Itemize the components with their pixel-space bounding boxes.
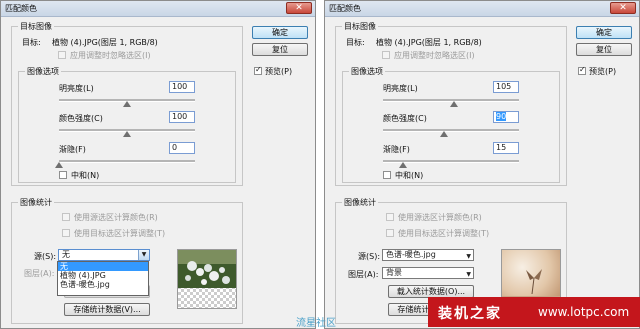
fade-label: 渐隐(F) <box>59 145 86 154</box>
dialog-title: 匹配颜色 <box>5 4 37 13</box>
luminance-slider[interactable] <box>383 99 519 107</box>
intensity-input-selection: 90 <box>496 112 507 121</box>
intensity-label: 颜色强度(C) <box>59 114 103 123</box>
intensity-input[interactable]: 100 <box>169 111 195 123</box>
reset-button[interactable]: 复位 <box>252 43 308 56</box>
chevron-down-icon[interactable]: ▼ <box>466 252 471 262</box>
watermark-banner: 装机之家 www.lotpc.com <box>428 297 640 327</box>
stats-group-title: 图像统计 <box>18 197 54 208</box>
use-target-selection-checkbox[interactable] <box>386 229 394 237</box>
reset-button[interactable]: 复位 <box>576 43 632 56</box>
ignore-selection-checkbox[interactable] <box>382 51 390 59</box>
intensity-slider[interactable] <box>383 129 519 137</box>
source-label: 源(S): <box>358 252 381 261</box>
ignore-selection-label: 应用调整时忽略选区(I) <box>70 51 151 60</box>
target-group-title: 目标图像 <box>18 21 54 32</box>
ok-button[interactable]: 确定 <box>252 26 308 39</box>
fade-slider-thumb[interactable] <box>399 162 408 168</box>
close-icon[interactable]: ✕ <box>610 2 636 14</box>
match-color-dialog-left: 匹配颜色 ✕ 目标图像 目标: 植物 (4).JPG(图层 1, RGB/8) … <box>0 0 316 329</box>
source-select-value: 色谱-暖色.jpg <box>386 250 436 259</box>
dropdown-option[interactable]: 色谱-暖色.jpg <box>58 280 148 289</box>
preview-checkbox[interactable] <box>254 65 262 75</box>
dropdown-option[interactable]: 植物 (4).JPG <box>58 271 148 280</box>
layer-label: 图层(A): <box>348 270 379 279</box>
fade-slider-thumb[interactable] <box>55 162 63 168</box>
flower-photo-thumbnail <box>178 250 236 308</box>
save-stats-button[interactable]: 存储统计数据(V)... <box>64 303 150 316</box>
close-icon[interactable]: ✕ <box>286 2 312 14</box>
intensity-slider-thumb[interactable] <box>440 131 449 137</box>
title-bar: 匹配颜色 ✕ <box>325 1 639 17</box>
luminance-slider-thumb[interactable] <box>449 101 458 107</box>
neutralize-checkbox[interactable] <box>59 171 67 179</box>
target-label: 目标: <box>346 38 365 47</box>
layer-label: 图层(A): <box>24 269 55 278</box>
dialog-title: 匹配颜色 <box>329 4 361 13</box>
target-image-group: 目标图像 目标: 植物 (4).JPG(图层 1, RGB/8) 应用调整时忽略… <box>11 21 243 186</box>
image-options-group: 图像选项 明亮度(L) 105 颜色强度(C) 90 渐隐(F) 15 中和(N… <box>342 66 560 183</box>
intensity-slider-thumb[interactable] <box>123 131 131 137</box>
intensity-label: 颜色强度(C) <box>383 114 427 123</box>
watermark-brand: 装机之家 <box>438 306 502 322</box>
fade-input[interactable]: 0 <box>169 142 195 154</box>
use-source-selection-label: 使用源选区计算颜色(R) <box>74 213 158 222</box>
ignore-selection-label: 应用调整时忽略选区(I) <box>394 51 475 60</box>
target-value: 植物 (4).JPG(图层 1, RGB/8) <box>52 38 158 47</box>
source-select-value: 无 <box>62 250 70 259</box>
layer-select-value: 背景 <box>386 268 402 277</box>
luminance-label: 明亮度(L) <box>383 84 418 93</box>
target-label: 目标: <box>22 38 41 47</box>
luminance-slider[interactable] <box>59 99 195 107</box>
neutralize-checkbox[interactable] <box>383 171 391 179</box>
use-target-selection-checkbox[interactable] <box>62 229 70 237</box>
neutralize-label: 中和(N) <box>395 171 424 180</box>
source-select[interactable]: 无 ▼ <box>58 249 150 261</box>
source-select[interactable]: 色谱-暖色.jpg ▼ <box>382 249 474 261</box>
ignore-selection-checkbox[interactable] <box>58 51 66 59</box>
ok-button[interactable]: 确定 <box>576 26 632 39</box>
source-thumbnail <box>177 249 237 309</box>
preview-checkbox[interactable] <box>578 65 586 75</box>
fade-slider[interactable] <box>55 160 195 168</box>
watermark-url: www.lotpc.com <box>538 305 630 319</box>
luminance-input[interactable]: 100 <box>169 81 195 93</box>
title-bar: 匹配颜色 ✕ <box>1 1 315 17</box>
fade-slider[interactable] <box>383 160 519 168</box>
use-target-selection-label: 使用目标选区计算调整(T) <box>398 229 490 238</box>
source-dropdown-list: 无 植物 (4).JPG 色谱-暖色.jpg <box>57 261 149 296</box>
intensity-input[interactable]: 90 <box>493 111 519 123</box>
luminance-slider-thumb[interactable] <box>123 101 131 107</box>
preview-label: 预览(P) <box>589 67 617 76</box>
watermark-text: 流星社区 <box>296 318 336 329</box>
target-image-group: 目标图像 目标: 植物 (4).JPG(图层 1, RGB/8) 应用调整时忽略… <box>335 21 567 186</box>
use-source-selection-checkbox[interactable] <box>62 213 70 221</box>
match-color-dialog-right: 匹配颜色 ✕ 目标图像 目标: 植物 (4).JPG(图层 1, RGB/8) … <box>324 0 640 329</box>
stats-group-title: 图像统计 <box>342 197 378 208</box>
luminance-label: 明亮度(L) <box>59 84 94 93</box>
dropdown-option[interactable]: 无 <box>58 262 148 271</box>
chevron-down-icon[interactable]: ▼ <box>138 250 149 260</box>
source-label: 源(S): <box>34 252 57 261</box>
use-source-selection-label: 使用源选区计算颜色(R) <box>398 213 482 222</box>
image-options-group: 图像选项 明亮度(L) 100 颜色强度(C) 100 渐隐(F) 0 中和(N… <box>18 66 236 183</box>
fade-input[interactable]: 15 <box>493 142 519 154</box>
use-target-selection-label: 使用目标选区计算调整(T) <box>74 229 166 238</box>
options-group-title: 图像选项 <box>25 66 61 77</box>
target-group-title: 目标图像 <box>342 21 378 32</box>
luminance-input[interactable]: 105 <box>493 81 519 93</box>
chevron-down-icon[interactable]: ▼ <box>466 270 471 280</box>
preview-label: 预览(P) <box>265 67 293 76</box>
intensity-slider[interactable] <box>59 129 195 137</box>
layer-select[interactable]: 背景 ▼ <box>382 267 474 279</box>
neutralize-label: 中和(N) <box>71 171 100 180</box>
target-value: 植物 (4).JPG(图层 1, RGB/8) <box>376 38 482 47</box>
options-group-title: 图像选项 <box>349 66 385 77</box>
use-source-selection-checkbox[interactable] <box>386 213 394 221</box>
fade-label: 渐隐(F) <box>383 145 410 154</box>
